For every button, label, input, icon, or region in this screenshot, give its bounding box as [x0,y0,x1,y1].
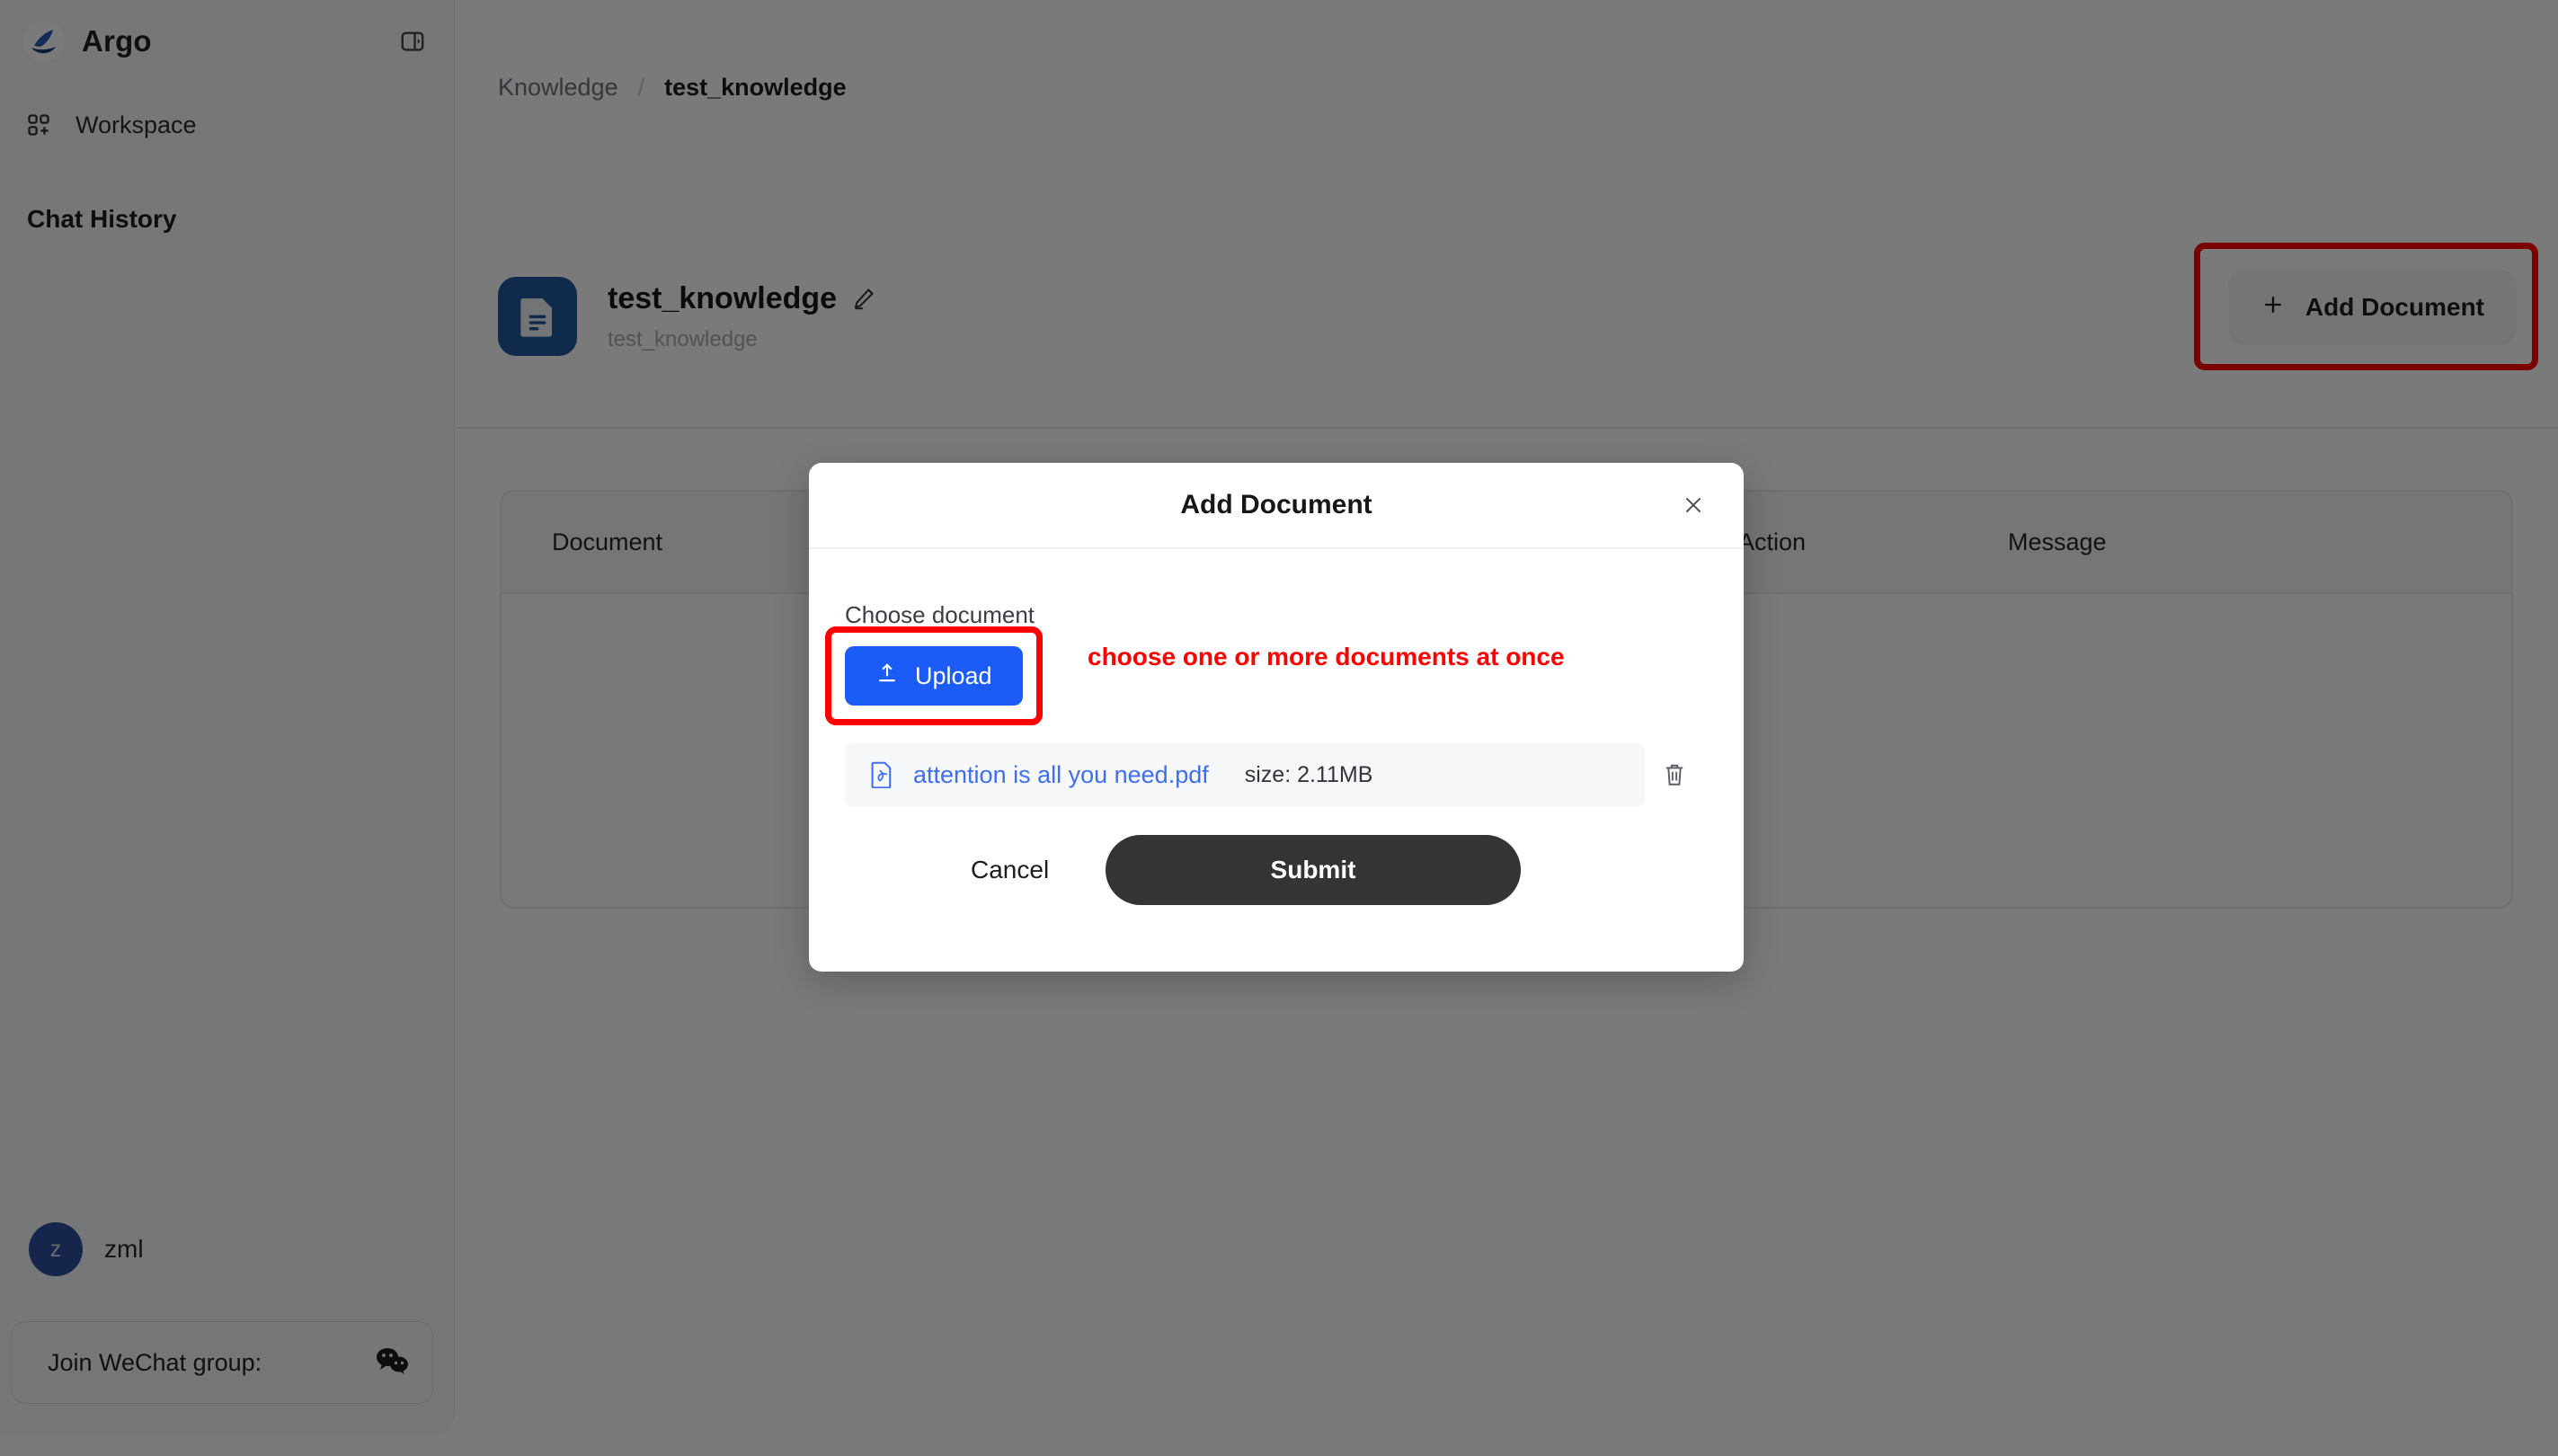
cancel-button[interactable]: Cancel [944,835,1076,905]
choose-document-label: Choose document [845,601,1035,628]
upload-button[interactable]: Upload [845,646,1023,706]
file-name-link[interactable]: attention is all you need.pdf [913,761,1209,789]
add-document-dialog: Add Document Choose document Upload choo… [809,463,1744,972]
dialog-title: Add Document [1180,490,1372,519]
submit-button[interactable]: Submit [1106,835,1521,905]
pdf-file-icon [870,761,893,788]
annotation-text: choose one or more documents at once [1088,643,1565,670]
file-size-label: size: 2.11MB [1244,761,1373,787]
app-root: Argo Workspace Chat H [0,0,2558,1456]
trash-icon[interactable] [1654,743,1695,806]
modal-overlay[interactable]: Add Document Choose document Upload choo… [0,0,2558,1456]
upload-wrap: Upload [825,626,1043,725]
upload-label: Upload [915,661,992,689]
close-x-icon[interactable] [1674,485,1713,525]
dialog-actions: Cancel Submit [845,835,1708,905]
dialog-header: Add Document [809,463,1744,549]
upload-arrow-icon [875,661,899,691]
uploaded-file-row: attention is all you need.pdf size: 2.11… [845,743,1645,806]
